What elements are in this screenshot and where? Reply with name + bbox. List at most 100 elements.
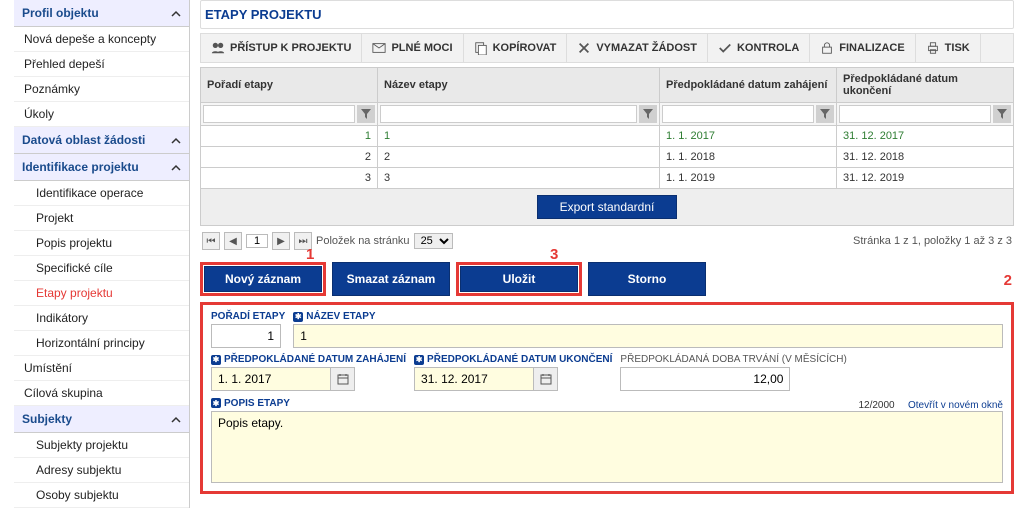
filter-icon[interactable] [993,105,1011,123]
copy-icon [474,41,488,55]
print-icon [926,41,940,55]
sidebar-item-etapy-projektu[interactable]: Etapy projektu [14,281,189,306]
col-poradi[interactable]: Pořadí etapy [201,68,378,103]
open-new-window-link[interactable]: Otevřít v novém okně [908,400,1003,411]
required-icon: ✱ [211,355,221,365]
lock-icon [820,41,834,55]
sidebar: Profil objektu Nová depeše a koncepty Př… [0,0,190,508]
start-date-input[interactable] [211,367,331,391]
pager-prev[interactable]: ◀ [224,232,242,250]
sidebar-group-label: Identifikace projektu [22,160,139,174]
filter-poradi[interactable] [203,105,355,123]
tool-label: TISK [945,42,970,54]
field-label: PŘEDPOKLÁDANÁ DOBA TRVÁNÍ (V MĚSÍCÍCH) [620,354,846,365]
sidebar-item-horizontalni-principy[interactable]: Horizontální principy [14,331,189,356]
check-icon [718,41,732,55]
col-start[interactable]: Předpokládané datum zahájení [660,68,837,103]
cancel-button[interactable]: Storno [588,262,706,296]
cell-nazev: 1 [378,126,660,147]
tool-pristup[interactable]: PŘÍSTUP K PROJEKTU [201,34,362,62]
field-label: ✱NÁZEV ETAPY [293,311,1003,322]
sidebar-item-adresy-subjektu[interactable]: Adresy subjektu [14,458,189,483]
tool-label: VYMAZAT ŽÁDOST [596,42,697,54]
filter-icon[interactable] [816,105,834,123]
tool-label: PLNÉ MOCI [391,42,452,54]
field-label: POŘADÍ ETAPY [211,311,285,322]
pager-next[interactable]: ▶ [272,232,290,250]
pager: ⏮ ◀ ▶ ⏭ Položek na stránku 25 Stránka 1 … [200,226,1014,256]
filter-start[interactable] [662,105,814,123]
sidebar-item-projekt[interactable]: Projekt [14,206,189,231]
sidebar-item-identifikace-operace[interactable]: Identifikace operace [14,181,189,206]
pager-page-input[interactable] [246,234,268,248]
sidebar-group-profil[interactable]: Profil objektu [14,0,189,27]
sidebar-item-subjekty-projektu[interactable]: Subjekty projektu [14,433,189,458]
sidebar-item-umisteni[interactable]: Umístění [14,356,189,381]
sidebar-item-popis-projektu[interactable]: Popis projektu [14,231,189,256]
cell-nazev: 3 [378,168,660,189]
pager-summary: Stránka 1 z 1, položky 1 až 3 z 3 [853,235,1012,247]
tool-plne-moci[interactable]: PLNÉ MOCI [362,34,463,62]
sidebar-item-cilova-skupina[interactable]: Cílová skupina [14,381,189,406]
sidebar-item-poznamky[interactable]: Poznámky [14,77,189,102]
sidebar-item-specificke-cile[interactable]: Specifické cíle [14,256,189,281]
mail-icon [372,41,386,55]
filter-icon[interactable] [639,105,657,123]
sidebar-group-identifikace[interactable]: Identifikace projektu [14,154,189,181]
table-row[interactable]: 3 3 1. 1. 2019 31. 12. 2019 [201,168,1014,189]
nazev-input[interactable] [293,324,1003,348]
form-area: POŘADÍ ETAPY ✱NÁZEV ETAPY ✱PŘEDPOKLÁDANÉ… [200,302,1014,494]
tool-vymazat[interactable]: VYMAZAT ŽÁDOST [567,34,708,62]
field-label: ✱PŘEDPOKLÁDANÉ DATUM ZAHÁJENÍ [211,354,406,365]
sidebar-item-osoby-subjektu[interactable]: Osoby subjektu [14,483,189,508]
table-row[interactable]: 1 1 1. 1. 2017 31. 12. 2017 [201,126,1014,147]
col-nazev[interactable]: Název etapy [378,68,660,103]
sidebar-group-label: Datová oblast žádosti [22,133,145,147]
end-date-input[interactable] [414,367,534,391]
tool-kontrola[interactable]: KONTROLA [708,34,810,62]
filter-nazev[interactable] [380,105,637,123]
filter-end[interactable] [839,105,991,123]
calendar-icon[interactable] [534,367,558,391]
sidebar-item-nova-depese[interactable]: Nová depeše a koncepty [14,27,189,52]
chevron-up-icon [171,8,181,18]
pager-size-select[interactable]: 25 [414,233,453,249]
tool-finalizace[interactable]: FINALIZACE [810,34,915,62]
save-button[interactable]: Uložit [460,266,578,292]
pager-first[interactable]: ⏮ [202,232,220,250]
filter-icon[interactable] [357,105,375,123]
chevron-up-icon [171,414,181,424]
tool-label: FINALIZACE [839,42,904,54]
table-row[interactable]: 2 2 1. 1. 2018 31. 12. 2018 [201,147,1014,168]
col-end[interactable]: Předpokládané datum ukončení [837,68,1014,103]
new-record-button[interactable]: Nový záznam [204,266,322,292]
field-label: ✱POPIS ETAPY [211,398,290,409]
required-icon: ✱ [293,312,303,322]
calendar-icon[interactable] [331,367,355,391]
popis-textarea[interactable] [211,411,1003,483]
export-button[interactable]: Export standardní [537,195,678,219]
field-start: ✱PŘEDPOKLÁDANÉ DATUM ZAHÁJENÍ [211,354,406,391]
tool-tisk[interactable]: TISK [916,34,981,62]
cell-end: 31. 12. 2017 [837,126,1014,147]
required-icon: ✱ [414,355,424,365]
chevron-up-icon [171,162,181,172]
poradi-input[interactable] [211,324,281,348]
sidebar-group-label: Profil objektu [22,6,99,20]
sidebar-group-subjekty[interactable]: Subjekty [14,406,189,433]
field-label: ✱PŘEDPOKLÁDANÉ DATUM UKONČENÍ [414,354,612,365]
sidebar-item-indikatory[interactable]: Indikátory [14,306,189,331]
sidebar-group-datova[interactable]: Datová oblast žádosti [14,127,189,154]
cell-end: 31. 12. 2019 [837,168,1014,189]
duration-input[interactable] [620,367,790,391]
cell-poradi: 3 [201,168,378,189]
field-poradi: POŘADÍ ETAPY [211,311,285,348]
sidebar-item-prehled-depesi[interactable]: Přehled depeší [14,52,189,77]
delete-record-button[interactable]: Smazat záznam [332,262,450,296]
tool-kopirovat[interactable]: KOPÍROVAT [464,34,568,62]
users-icon [211,41,225,55]
field-popis: ✱POPIS ETAPY 12/2000 Otevřít v novém okn… [211,397,1003,483]
sidebar-item-ukoly[interactable]: Úkoly [14,102,189,127]
export-row: Export standardní [200,189,1014,226]
field-duration: PŘEDPOKLÁDANÁ DOBA TRVÁNÍ (V MĚSÍCÍCH) [620,354,846,391]
